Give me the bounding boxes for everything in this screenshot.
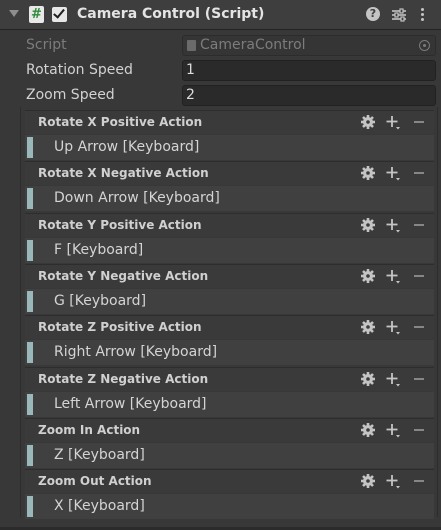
script-field-value: CameraControl bbox=[200, 37, 306, 53]
binding-row[interactable]: Left Arrow [Keyboard] bbox=[25, 392, 434, 417]
remove-binding-icon[interactable] bbox=[411, 268, 427, 284]
add-binding-icon[interactable] bbox=[385, 114, 401, 130]
binding-label: Up Arrow [Keyboard] bbox=[54, 139, 200, 155]
rotation-speed-input[interactable]: 1 bbox=[182, 60, 436, 81]
action-name: Zoom In Action bbox=[38, 423, 141, 437]
binding-row[interactable]: Down Arrow [Keyboard] bbox=[25, 186, 434, 211]
binding-row[interactable]: X [Keyboard] bbox=[25, 494, 434, 519]
binding-row[interactable]: Right Arrow [Keyboard] bbox=[25, 340, 434, 365]
remove-binding-icon[interactable] bbox=[411, 422, 427, 438]
binding-row[interactable]: F [Keyboard] bbox=[25, 238, 434, 263]
action-name: Rotate Z Positive Action bbox=[38, 320, 202, 334]
help-icon[interactable]: ? bbox=[366, 7, 382, 23]
input-action-block: Zoom Out Action X [Keyboard] bbox=[25, 469, 434, 520]
binding-row[interactable]: G [Keyboard] bbox=[25, 289, 434, 314]
rotation-speed-label[interactable]: Rotation Speed bbox=[26, 62, 133, 78]
binding-label: X [Keyboard] bbox=[54, 498, 145, 514]
rotation-speed-value[interactable]: 1 bbox=[186, 62, 195, 78]
gear-icon[interactable] bbox=[360, 473, 376, 489]
binding-marker bbox=[27, 188, 33, 209]
binding-label: Right Arrow [Keyboard] bbox=[54, 344, 218, 360]
action-header[interactable]: Rotate Z Positive Action bbox=[25, 315, 434, 339]
binding-marker bbox=[27, 496, 33, 517]
presets-icon[interactable] bbox=[391, 7, 407, 23]
foldout-arrow-icon[interactable] bbox=[9, 10, 19, 17]
csharp-script-icon: # bbox=[29, 6, 44, 23]
binding-marker bbox=[27, 342, 33, 363]
action-header[interactable]: Rotate X Negative Action bbox=[25, 161, 434, 185]
remove-binding-icon[interactable] bbox=[411, 319, 427, 335]
remove-binding-icon[interactable] bbox=[411, 114, 427, 130]
binding-label: Z [Keyboard] bbox=[54, 447, 145, 463]
action-name: Rotate Y Positive Action bbox=[38, 218, 202, 232]
component-enabled-checkbox[interactable] bbox=[52, 6, 67, 22]
action-name: Rotate X Negative Action bbox=[38, 166, 209, 180]
gear-icon[interactable] bbox=[360, 268, 376, 284]
action-header[interactable]: Rotate Y Positive Action bbox=[25, 213, 434, 237]
zoom-speed-value[interactable]: 2 bbox=[186, 87, 195, 103]
gear-icon[interactable] bbox=[360, 422, 376, 438]
gear-icon[interactable] bbox=[360, 319, 376, 335]
add-binding-icon[interactable] bbox=[385, 371, 401, 387]
gear-icon[interactable] bbox=[360, 114, 376, 130]
binding-label: Left Arrow [Keyboard] bbox=[54, 396, 207, 412]
remove-binding-icon[interactable] bbox=[411, 473, 427, 489]
action-header[interactable]: Rotate Z Negative Action bbox=[25, 367, 434, 391]
binding-label: Down Arrow [Keyboard] bbox=[54, 190, 220, 206]
action-name: Rotate Z Negative Action bbox=[38, 372, 209, 386]
remove-binding-icon[interactable] bbox=[411, 371, 427, 387]
binding-label: F [Keyboard] bbox=[54, 242, 144, 258]
action-header[interactable]: Zoom Out Action bbox=[25, 469, 434, 493]
add-binding-icon[interactable] bbox=[385, 422, 401, 438]
add-binding-icon[interactable] bbox=[385, 319, 401, 335]
context-menu-icon[interactable] bbox=[417, 7, 433, 23]
zoom-speed-input[interactable]: 2 bbox=[182, 85, 436, 106]
object-picker-icon bbox=[419, 40, 430, 51]
binding-marker bbox=[27, 291, 33, 312]
add-binding-icon[interactable] bbox=[385, 165, 401, 181]
action-header[interactable]: Rotate Y Negative Action bbox=[25, 264, 434, 288]
binding-marker bbox=[27, 445, 33, 466]
script-object-field: CameraControl bbox=[182, 35, 436, 56]
gear-icon[interactable] bbox=[360, 165, 376, 181]
add-binding-icon[interactable] bbox=[385, 217, 401, 233]
binding-label: G [Keyboard] bbox=[54, 293, 147, 309]
add-binding-icon[interactable] bbox=[385, 268, 401, 284]
action-name: Zoom Out Action bbox=[38, 474, 152, 488]
zoom-speed-label[interactable]: Zoom Speed bbox=[26, 87, 115, 103]
binding-marker bbox=[27, 394, 33, 415]
input-action-block: Rotate X Positive Action Up Arrow [Keyboa… bbox=[25, 110, 434, 161]
gear-icon[interactable] bbox=[360, 217, 376, 233]
component-title[interactable]: Camera Control (Script) bbox=[77, 6, 264, 22]
action-name: Rotate Y Negative Action bbox=[38, 269, 209, 283]
script-field-label: Script bbox=[26, 37, 67, 53]
action-name: Rotate X Positive Action bbox=[38, 115, 203, 129]
input-action-block: Rotate Z Positive Action Right Arrow [Key… bbox=[25, 315, 434, 366]
script-field-row: Script CameraControl bbox=[20, 35, 438, 57]
input-action-block: Rotate X Negative Action Down Arrow [Keyb… bbox=[25, 161, 434, 212]
rotation-speed-row: Rotation Speed 1 bbox=[20, 60, 438, 82]
gear-icon[interactable] bbox=[360, 371, 376, 387]
add-binding-icon[interactable] bbox=[385, 473, 401, 489]
input-action-block: Rotate Z Negative Action Left Arrow [Keyb… bbox=[25, 367, 434, 418]
action-header[interactable]: Zoom In Action bbox=[25, 418, 434, 442]
script-file-icon bbox=[187, 40, 196, 51]
component-header[interactable]: # Camera Control (Script) ? bbox=[0, 0, 441, 30]
action-header[interactable]: Rotate X Positive Action bbox=[25, 110, 434, 134]
remove-binding-icon[interactable] bbox=[411, 165, 427, 181]
binding-marker bbox=[27, 137, 33, 158]
zoom-speed-row: Zoom Speed 2 bbox=[20, 85, 438, 107]
input-action-block: Rotate Y Negative Action G [Keyboard] bbox=[25, 264, 434, 315]
binding-marker bbox=[27, 240, 33, 261]
binding-row[interactable]: Up Arrow [Keyboard] bbox=[25, 135, 434, 160]
binding-row[interactable]: Z [Keyboard] bbox=[25, 443, 434, 468]
input-action-block: Rotate Y Positive Action F [Keyboard] bbox=[25, 213, 434, 264]
remove-binding-icon[interactable] bbox=[411, 217, 427, 233]
input-action-block: Zoom In Action Z [Keyboard] bbox=[25, 418, 434, 469]
